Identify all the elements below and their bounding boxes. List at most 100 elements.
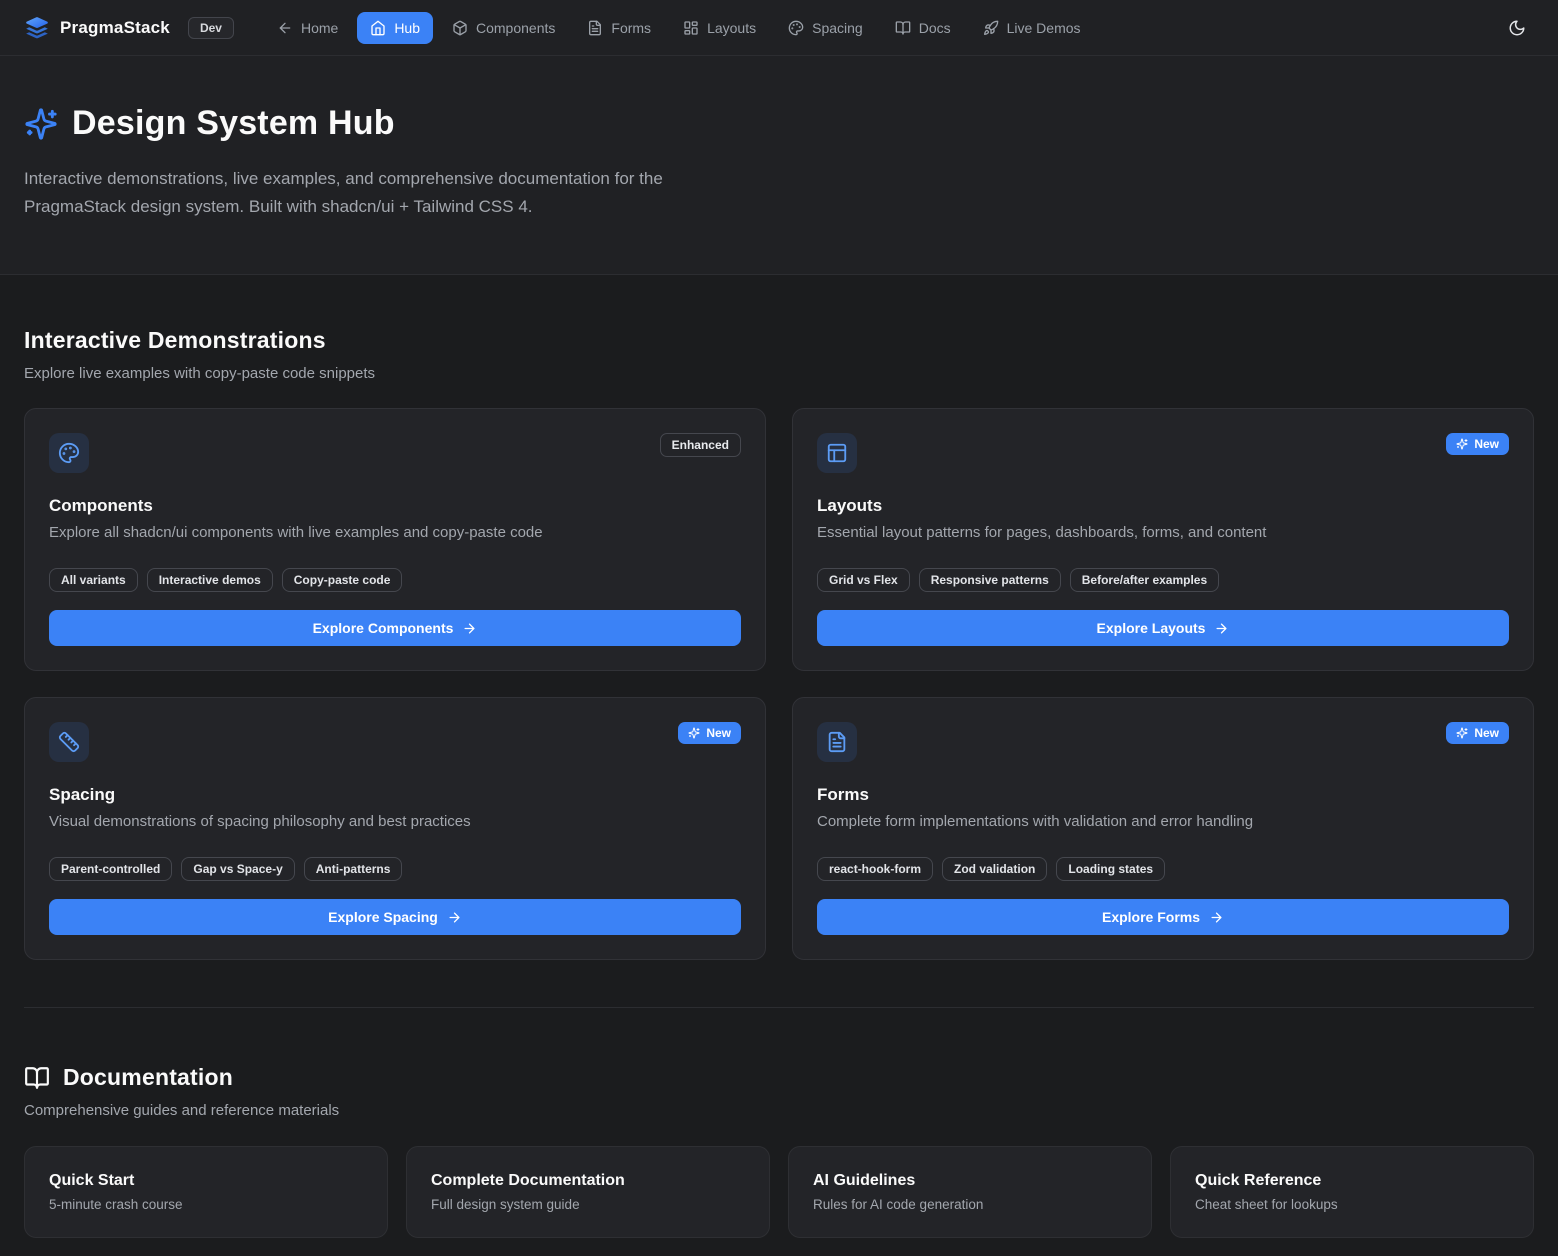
top-navbar: PragmaStack Dev Home Hub Components Fo (0, 0, 1558, 56)
nav-label: Spacing (812, 20, 863, 36)
status-badge: Enhanced (660, 433, 741, 457)
tag: Interactive demos (147, 568, 273, 592)
sparkles-icon (1456, 727, 1468, 739)
nav-label: Docs (919, 20, 951, 36)
moon-icon (1508, 19, 1526, 37)
nav-label: Hub (394, 20, 420, 36)
box-icon (452, 20, 468, 36)
demo-card-spacing: New Spacing Visual demonstrations of spa… (24, 697, 766, 960)
explore-layouts-button[interactable]: Explore Layouts (817, 610, 1509, 646)
book-open-icon (24, 1065, 50, 1091)
nav-item-docs[interactable]: Docs (882, 12, 964, 44)
rocket-icon (983, 20, 999, 36)
doc-card-title: Complete Documentation (431, 1172, 745, 1190)
env-badge: Dev (188, 17, 234, 39)
demo-card-layouts: New Layouts Essential layout patterns fo… (792, 408, 1534, 671)
palette-icon (49, 433, 89, 473)
arrow-right-icon (1214, 621, 1229, 636)
docs-section-subtitle: Comprehensive guides and reference mater… (24, 1102, 1534, 1119)
doc-card-ai-guidelines[interactable]: AI Guidelines Rules for AI code generati… (788, 1146, 1152, 1238)
nav-item-home[interactable]: Home (264, 12, 351, 44)
theme-toggle-button[interactable] (1500, 11, 1534, 45)
nav-item-forms[interactable]: Forms (574, 12, 664, 44)
brand-name: PragmaStack (60, 18, 170, 38)
tag: Before/after examples (1070, 568, 1219, 592)
nav-label: Layouts (707, 20, 756, 36)
doc-card-title: Quick Reference (1195, 1172, 1509, 1190)
doc-card-subtitle: Cheat sheet for lookups (1195, 1197, 1509, 1212)
tag: Parent-controlled (49, 857, 172, 881)
card-description: Visual demonstrations of spacing philoso… (49, 813, 741, 830)
arrow-right-icon (1209, 910, 1224, 925)
new-badge: New (678, 722, 741, 744)
nav-label: Home (301, 20, 338, 36)
docs-card-grid: Quick Start 5-minute crash course Comple… (24, 1146, 1534, 1238)
page-title: Design System Hub (72, 104, 395, 143)
tag: Anti-patterns (304, 857, 403, 881)
nav-label: Live Demos (1007, 20, 1081, 36)
home-icon (370, 20, 386, 36)
card-title: Layouts (817, 496, 1509, 516)
tag: Responsive patterns (919, 568, 1061, 592)
page-description: Interactive demonstrations, live example… (24, 165, 769, 220)
new-badge: New (1446, 722, 1509, 744)
ruler-icon (49, 722, 89, 762)
tag: All variants (49, 568, 138, 592)
card-title: Components (49, 496, 741, 516)
hero-section: Design System Hub Interactive demonstrat… (0, 56, 1558, 275)
layout-dashboard-icon (683, 20, 699, 36)
demo-card-components: Enhanced Components Explore all shadcn/u… (24, 408, 766, 671)
tag: Zod validation (942, 857, 1047, 881)
brand[interactable]: PragmaStack Dev (24, 15, 234, 41)
book-open-icon (895, 20, 911, 36)
demo-card-forms: New Forms Complete form implementations … (792, 697, 1534, 960)
button-label: Explore Components (313, 620, 454, 636)
nav-item-live-demos[interactable]: Live Demos (970, 12, 1094, 44)
doc-card-quick-reference[interactable]: Quick Reference Cheat sheet for lookups (1170, 1146, 1534, 1238)
doc-card-complete-documentation[interactable]: Complete Documentation Full design syste… (406, 1146, 770, 1238)
file-text-icon (817, 722, 857, 762)
nav-item-hub[interactable]: Hub (357, 12, 433, 44)
badge-label: New (706, 726, 731, 740)
doc-card-title: Quick Start (49, 1172, 363, 1190)
doc-card-subtitle: Full design system guide (431, 1197, 745, 1212)
tag: Copy-paste code (282, 568, 403, 592)
card-description: Essential layout patterns for pages, das… (817, 524, 1509, 541)
demo-card-grid: Enhanced Components Explore all shadcn/u… (24, 408, 1534, 960)
sparkles-icon (688, 727, 700, 739)
arrow-left-icon (277, 20, 293, 36)
button-label: Explore Layouts (1097, 620, 1206, 636)
nav-item-spacing[interactable]: Spacing (775, 12, 876, 44)
nav-label: Components (476, 20, 555, 36)
explore-components-button[interactable]: Explore Components (49, 610, 741, 646)
tag: react-hook-form (817, 857, 933, 881)
demos-section-title: Interactive Demonstrations (24, 327, 1534, 354)
arrow-right-icon (462, 621, 477, 636)
main-nav: Home Hub Components Forms Layouts (264, 12, 1094, 44)
button-label: Explore Forms (1102, 909, 1200, 925)
nav-item-components[interactable]: Components (439, 12, 568, 44)
card-title: Spacing (49, 785, 741, 805)
explore-forms-button[interactable]: Explore Forms (817, 899, 1509, 935)
doc-card-subtitle: Rules for AI code generation (813, 1197, 1127, 1212)
sparkles-icon (1456, 438, 1468, 450)
doc-card-subtitle: 5-minute crash course (49, 1197, 363, 1212)
nav-item-layouts[interactable]: Layouts (670, 12, 769, 44)
layers-icon (24, 15, 50, 41)
sparkles-icon (24, 107, 58, 141)
tag: Loading states (1056, 857, 1165, 881)
new-badge: New (1446, 433, 1509, 455)
main-content: Interactive Demonstrations Explore live … (0, 327, 1558, 1256)
panels-top-left-icon (817, 433, 857, 473)
card-description: Explore all shadcn/ui components with li… (49, 524, 741, 541)
docs-section-title: Documentation (63, 1064, 233, 1091)
badge-label: New (1474, 726, 1499, 740)
doc-card-quick-start[interactable]: Quick Start 5-minute crash course (24, 1146, 388, 1238)
nav-label: Forms (611, 20, 651, 36)
card-description: Complete form implementations with valid… (817, 813, 1509, 830)
file-text-icon (587, 20, 603, 36)
section-divider (24, 1007, 1534, 1008)
button-label: Explore Spacing (328, 909, 438, 925)
explore-spacing-button[interactable]: Explore Spacing (49, 899, 741, 935)
doc-card-title: AI Guidelines (813, 1172, 1127, 1190)
